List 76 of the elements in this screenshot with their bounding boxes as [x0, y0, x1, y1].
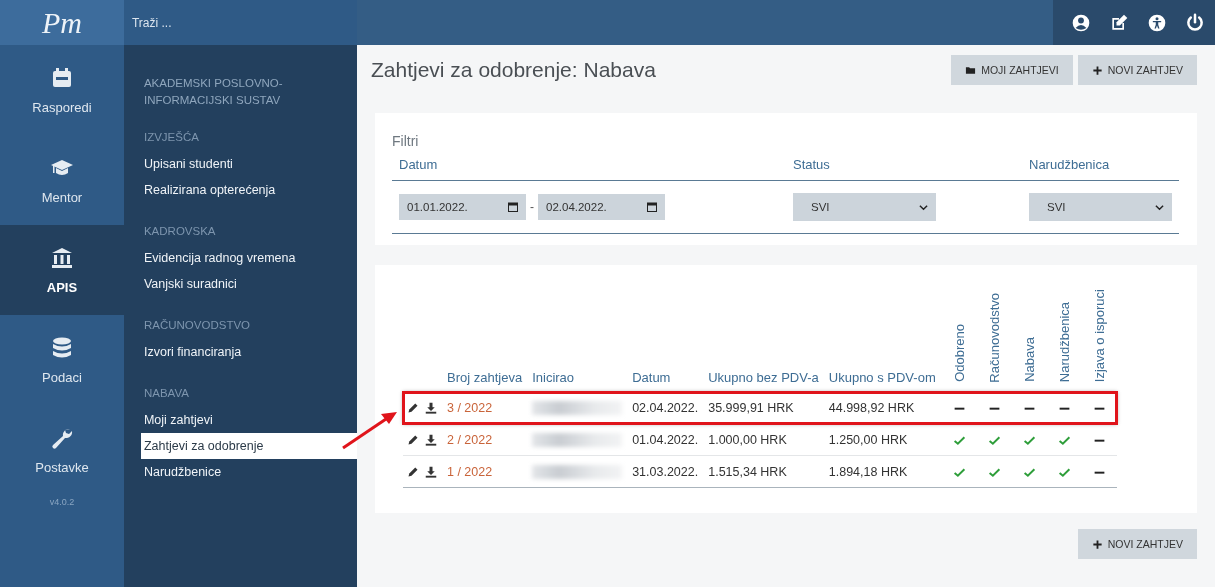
nav-section-title: NABAVA: [143, 387, 190, 399]
new-request-button[interactable]: NOVI ZAHTJEV: [1077, 529, 1197, 559]
table-cell: 35.999,91 HRK: [708, 400, 794, 415]
page-title: Zahtjevi za odobrenje: Nabava: [371, 58, 656, 82]
download-icon[interactable]: [425, 465, 437, 478]
date-field[interactable]: 02.04.2022.: [538, 194, 665, 220]
plus-icon: [1091, 538, 1103, 550]
nav-item[interactable]: Upisani studenti: [123, 151, 357, 177]
request-number-link[interactable]: 1 / 2022: [447, 464, 493, 479]
column-header[interactable]: Narudžbenica: [1056, 302, 1072, 383]
order-dropdown[interactable]: SVI: [1029, 193, 1172, 221]
column-header[interactable]: Računovodstvo: [986, 292, 1002, 383]
chevron-down-icon: [1155, 202, 1164, 212]
table-cell: 1.515,34 HRK: [708, 464, 787, 479]
column-header[interactable]: Nabava: [1021, 337, 1037, 383]
nav-title: AKADEMSKI POSLOVNO-INFORMACIJSKI SUSTAV: [142, 76, 284, 108]
table-cell: 31.03.2022.: [632, 464, 699, 479]
column-header[interactable]: Izjava o isporuci: [1091, 289, 1107, 383]
pencil-icon[interactable]: [407, 433, 419, 446]
rail-item[interactable]: Rasporedi: [0, 45, 124, 135]
request-number-link[interactable]: 3 / 2022: [447, 400, 493, 415]
filter-title: Filtri: [392, 133, 420, 149]
user-icon: [1071, 12, 1091, 33]
search-field[interactable]: Traži ...: [123, 0, 357, 45]
pencil-icon[interactable]: [407, 465, 419, 478]
pencil-icon[interactable]: [407, 401, 419, 414]
chevron-down-icon: [919, 202, 928, 212]
table-cell: 1.000,00 HRK: [708, 432, 787, 447]
rail-item[interactable]: Mentor: [0, 135, 124, 225]
filter-label: Narudžbenica: [1029, 157, 1111, 172]
folder-icon: [965, 64, 977, 76]
table-row[interactable]: 1 / 2022 31.03.2022. 1.515,34 HRK 1.894,18 HRK: [403, 455, 1117, 488]
column-header[interactable]: Ukupno bez PDV-a: [708, 370, 819, 386]
calendar-icon[interactable]: [647, 202, 657, 212]
column-header[interactable]: Odobreno: [951, 324, 967, 383]
plus-icon: [1091, 64, 1103, 76]
bank-icon: [49, 245, 74, 270]
download-icon[interactable]: [425, 401, 437, 414]
filter-label: Status: [793, 157, 831, 172]
nav-section-title: RAČUNOVODSTVO: [143, 319, 252, 331]
power-icon: [1185, 12, 1205, 33]
rail-item[interactable]: Podaci: [0, 315, 124, 405]
column-header[interactable]: Inicirao: [532, 370, 575, 386]
table-cell: 02.04.2022.: [632, 400, 699, 415]
version-label: v4.0.2: [48, 497, 76, 507]
filter-label: Datum: [399, 157, 439, 172]
table-cell: 01.04.2022.: [632, 432, 699, 447]
nav-section-title: KADROVSKA: [143, 225, 217, 237]
table-row[interactable]: 2 / 2022 01.04.2022. 1.000,00 HRK 1.250,00 HRK: [403, 423, 1117, 456]
request-number-link[interactable]: 2 / 2022: [447, 432, 493, 447]
nav-item[interactable]: Izvori financiranja: [123, 339, 357, 365]
nav-item[interactable]: Zahtjevi za odobrenje: [140, 433, 357, 459]
rail-item[interactable]: Postavke: [0, 405, 124, 495]
calendar-icon[interactable]: [508, 202, 518, 212]
nav-item[interactable]: Evidencija radnog vremena: [123, 245, 357, 271]
table-cell: 44.998,92 HRK: [828, 400, 915, 415]
nav-item[interactable]: Vanjski suradnici: [123, 271, 357, 297]
column-header[interactable]: Ukupno s PDV-om: [828, 370, 936, 386]
rail-item[interactable]: APIS: [0, 225, 124, 315]
nav-item[interactable]: Moji zahtjevi: [123, 407, 357, 433]
table-cell: 1.250,00 HRK: [828, 432, 908, 447]
download-icon[interactable]: [425, 433, 437, 446]
nav-item[interactable]: Narudžbenice: [123, 459, 357, 485]
date-field[interactable]: 01.01.2022.: [399, 194, 526, 220]
column-header[interactable]: Broj zahtjeva: [447, 370, 523, 386]
header-button[interactable]: NOVI ZAHTJEV: [1077, 55, 1197, 85]
table-cell: 1.894,18 HRK: [828, 464, 908, 479]
logo[interactable]: Pm: [0, 0, 124, 45]
accessibility-icon: [1147, 12, 1167, 33]
header-button[interactable]: MOJI ZAHTJEVI: [951, 55, 1073, 85]
edit-icon: [1109, 12, 1129, 33]
nav-item[interactable]: Realizirana opterećenja: [123, 177, 357, 203]
nav-section-title: IZVJEŠĆA: [143, 131, 200, 143]
date-separator: -: [530, 200, 534, 214]
column-header[interactable]: Datum: [632, 370, 671, 386]
status-dropdown[interactable]: SVI: [793, 193, 936, 221]
